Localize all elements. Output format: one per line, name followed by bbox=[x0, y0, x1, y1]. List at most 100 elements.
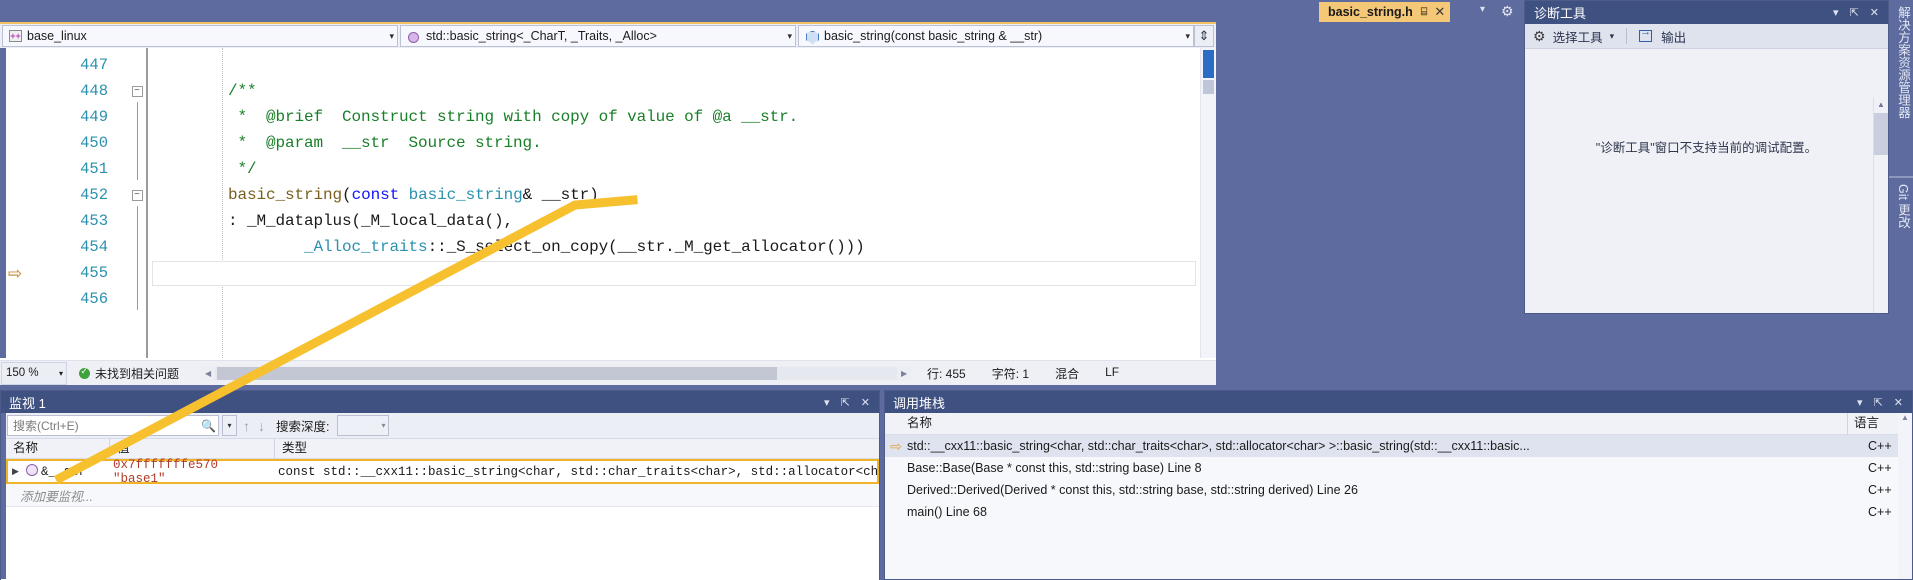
outlining-vertical-line bbox=[136, 154, 138, 180]
outlining-vertical-line bbox=[136, 232, 138, 258]
panel-menu-icon[interactable]: ▾ bbox=[1833, 6, 1839, 19]
scrollbar-thumb[interactable] bbox=[217, 366, 778, 380]
search-depth-select[interactable]: ▾ bbox=[337, 415, 390, 436]
code-line[interactable]: 448 − /** bbox=[0, 78, 1216, 104]
column-header-name[interactable]: 名称 bbox=[6, 438, 110, 459]
call-stack-scrollbar[interactable]: ▲ bbox=[1898, 413, 1912, 579]
breakpoint-margin[interactable]: ⇨ bbox=[0, 265, 30, 282]
panel-title: 诊断工具 bbox=[1534, 6, 1587, 21]
code-line[interactable]: 454 _Alloc_traits::_S_select_on_copy(__s… bbox=[0, 232, 1216, 260]
chevron-down-icon[interactable]: ▾ bbox=[1480, 4, 1485, 15]
scrollbar-thumb[interactable] bbox=[1203, 50, 1214, 78]
code-line[interactable]: 452− basic_string(const basic_string& __… bbox=[0, 182, 1216, 208]
line-number: 448 bbox=[80, 82, 108, 100]
watch-name-cell[interactable]: &__str bbox=[41, 465, 113, 479]
code-line[interactable]: 450 * @param __str Source string. bbox=[0, 128, 1216, 156]
watch-empty-area[interactable] bbox=[1, 506, 879, 580]
call-stack-row[interactable]: main() Line 68 C++ bbox=[885, 501, 1912, 523]
split-editor-button[interactable]: ⇕ bbox=[1194, 25, 1214, 47]
select-tool-button[interactable]: 选择工具 bbox=[1553, 27, 1603, 46]
pin-icon[interactable]: ⇱ bbox=[1874, 396, 1883, 409]
diagnostics-scrollbar[interactable]: ▲ bbox=[1873, 97, 1888, 313]
chevron-down-icon[interactable]: ▾ bbox=[381, 421, 385, 430]
line-number: 453 bbox=[80, 212, 108, 230]
navbar-type-dropdown[interactable]: std::basic_string<_CharT, _Traits, _Allo… bbox=[400, 25, 796, 47]
code-text-area[interactable]: 447 448 − /** 449 * @brief Construct string… bbox=[0, 48, 1216, 358]
scroll-up-icon[interactable]: ▲ bbox=[1898, 413, 1912, 426]
zoom-level-value: 150 % bbox=[6, 367, 39, 379]
collapse-icon[interactable]: − bbox=[131, 85, 143, 97]
panel-menu-icon[interactable]: ▾ bbox=[1857, 396, 1863, 409]
watch-type-cell: const std::__cxx11::basic_string<char, s… bbox=[278, 464, 877, 479]
pin-icon[interactable]: ⌸ bbox=[1421, 6, 1428, 19]
vs-debugger-window: basic_string.h ⌸ ✕ ▾ ⚙ 诊断工具 ▾ ⇱ ✕ ⚙ 选择工具… bbox=[0, 0, 1913, 580]
scroll-up-icon[interactable]: ▲ bbox=[1874, 97, 1888, 112]
diagnostic-tools-body: "诊断工具"窗口不支持当前的调试配置。 ▲ bbox=[1525, 49, 1888, 313]
chevron-down-icon[interactable]: ▾ bbox=[1177, 31, 1190, 42]
sidebar-item-solution-explorer[interactable]: 解决方案资源管理器 bbox=[1889, 0, 1913, 176]
outlining-margin[interactable] bbox=[122, 154, 152, 184]
code-line[interactable]: 456 bbox=[0, 284, 1216, 314]
search-options-button[interactable]: ▾ bbox=[222, 415, 237, 436]
outlining-margin[interactable]: − bbox=[122, 85, 152, 97]
chevron-down-icon[interactable]: ▾ bbox=[1610, 31, 1615, 42]
search-input[interactable]: 搜索(Ctrl+E) 🔍 bbox=[7, 415, 219, 436]
call-stack-row[interactable]: Derived::Derived(Derived * const this, s… bbox=[885, 479, 1912, 501]
column-header-name[interactable]: 名称 bbox=[885, 412, 1848, 435]
call-stack-row[interactable]: Base::Base(Base * const this, std::strin… bbox=[885, 457, 1912, 479]
code-line-text: basic_string(const basic_string& __str) bbox=[152, 186, 599, 204]
magnifier-variable-icon[interactable] bbox=[23, 463, 41, 480]
collapse-icon[interactable]: − bbox=[131, 189, 143, 201]
call-stack-header: 名称 语言 ▲ bbox=[885, 412, 1912, 435]
scroll-right-icon[interactable]: ▶ bbox=[897, 369, 911, 378]
scrollbar-thumb[interactable] bbox=[1874, 113, 1888, 155]
right-docked-tabs: 解决方案资源管理器 Git 更改 bbox=[1889, 0, 1913, 314]
code-line[interactable]: ⇨455 { _M_construct(__str._M_data(), __s… bbox=[0, 258, 1216, 286]
outlining-vertical-line bbox=[136, 258, 138, 284]
search-next-icon[interactable]: ↓ bbox=[256, 418, 267, 434]
close-icon[interactable]: ✕ bbox=[861, 396, 870, 409]
close-icon[interactable]: ✕ bbox=[1434, 4, 1445, 20]
code-line-text: * @brief Construct string with copy of v… bbox=[152, 108, 799, 126]
search-icon[interactable]: 🔍 bbox=[201, 419, 216, 433]
gear-icon[interactable]: ⚙ bbox=[1501, 3, 1514, 20]
scrollbar-track[interactable] bbox=[215, 366, 898, 380]
zoom-level-selector[interactable]: 150 % ▾ bbox=[1, 361, 67, 385]
call-stack-frame-name: Derived::Derived(Derived * const this, s… bbox=[907, 483, 1358, 497]
issue-status[interactable]: 未找到相关问题 bbox=[79, 365, 179, 382]
table-row[interactable]: ▶ &__str 0x7fffffffe570 "base1" const std::… bbox=[6, 458, 879, 486]
scroll-left-icon[interactable]: ◀ bbox=[201, 369, 215, 378]
code-line-text: _Alloc_traits::_S_select_on_copy(__str._… bbox=[152, 238, 865, 256]
column-header-value[interactable]: 值 bbox=[110, 438, 275, 459]
document-tab-basic-string-h[interactable]: basic_string.h ⌸ ✕ bbox=[1319, 2, 1451, 22]
close-icon[interactable]: ✕ bbox=[1870, 6, 1879, 19]
call-stack-row[interactable]: ⇨ std::__cxx11::basic_string<char, std::c… bbox=[885, 435, 1912, 457]
expander-icon[interactable]: ▶ bbox=[8, 467, 23, 477]
add-watch-row[interactable]: 添加要监视... bbox=[6, 484, 879, 506]
column-header-language[interactable]: 语言 bbox=[1848, 413, 1898, 435]
chevron-down-icon[interactable]: ▾ bbox=[381, 31, 394, 42]
editor-vertical-scrollbar[interactable] bbox=[1200, 48, 1216, 358]
output-button[interactable]: 输出 bbox=[1661, 27, 1686, 46]
code-line[interactable]: 449 * @brief Construct string with copy … bbox=[0, 102, 1216, 130]
code-line[interactable]: 451 */ bbox=[0, 154, 1216, 184]
close-icon[interactable]: ✕ bbox=[1894, 396, 1903, 409]
outlining-margin[interactable]: − bbox=[122, 189, 152, 201]
panel-menu-icon[interactable]: ▾ bbox=[824, 396, 830, 409]
pin-icon[interactable]: ⇱ bbox=[1850, 6, 1859, 19]
sidebar-item-git-changes[interactable]: Git 更改 bbox=[1889, 176, 1913, 272]
editor-horizontal-scrollbar[interactable]: ◀ ▶ bbox=[201, 365, 912, 381]
code-line[interactable]: 453 : _M_dataplus(_M_local_data(), bbox=[0, 206, 1216, 234]
outlining-margin[interactable] bbox=[122, 284, 152, 314]
navbar-member-dropdown[interactable]: basic_string(const basic_string & __str)… bbox=[798, 25, 1194, 47]
line-number: 454 bbox=[80, 238, 108, 256]
watch-value-cell[interactable]: 0x7fffffffe570 "base1" bbox=[113, 458, 278, 486]
column-header-type[interactable]: 类型 bbox=[275, 439, 879, 459]
chevron-down-icon[interactable]: ▾ bbox=[59, 369, 63, 378]
pin-icon[interactable]: ⇱ bbox=[841, 396, 850, 409]
chevron-down-icon[interactable]: ▾ bbox=[779, 31, 792, 42]
code-line[interactable]: 447 bbox=[0, 52, 1216, 78]
search-prev-icon[interactable]: ↑ bbox=[241, 418, 252, 434]
class-icon bbox=[407, 30, 421, 43]
navbar-project-dropdown[interactable]: ++ base_linux ▾ bbox=[2, 25, 398, 47]
